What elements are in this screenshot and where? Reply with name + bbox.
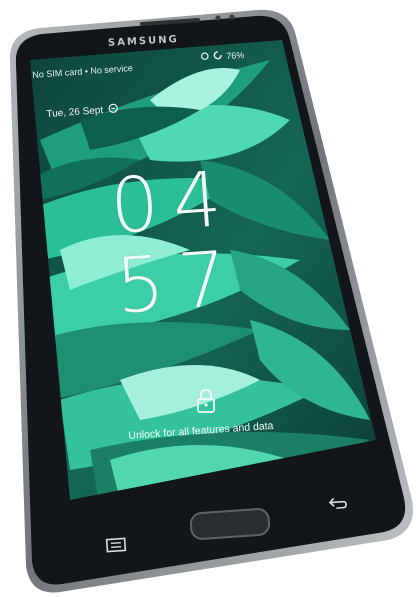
settings-ring-icon [200,51,210,63]
clock-minutes: 57 [113,233,244,331]
back-arrow-icon[interactable] [328,496,348,515]
padlock-icon[interactable] [196,388,216,419]
lock-clock: 04 57 [107,153,244,331]
battery-icon [213,50,223,62]
battery-percent: 76% [225,49,245,61]
menu-icon[interactable] [105,537,127,557]
phone-device: SAMSUNG No SIM card • No service 76% Tue… [0,0,418,597]
weather-icon [108,103,119,117]
home-button[interactable] [189,507,271,541]
